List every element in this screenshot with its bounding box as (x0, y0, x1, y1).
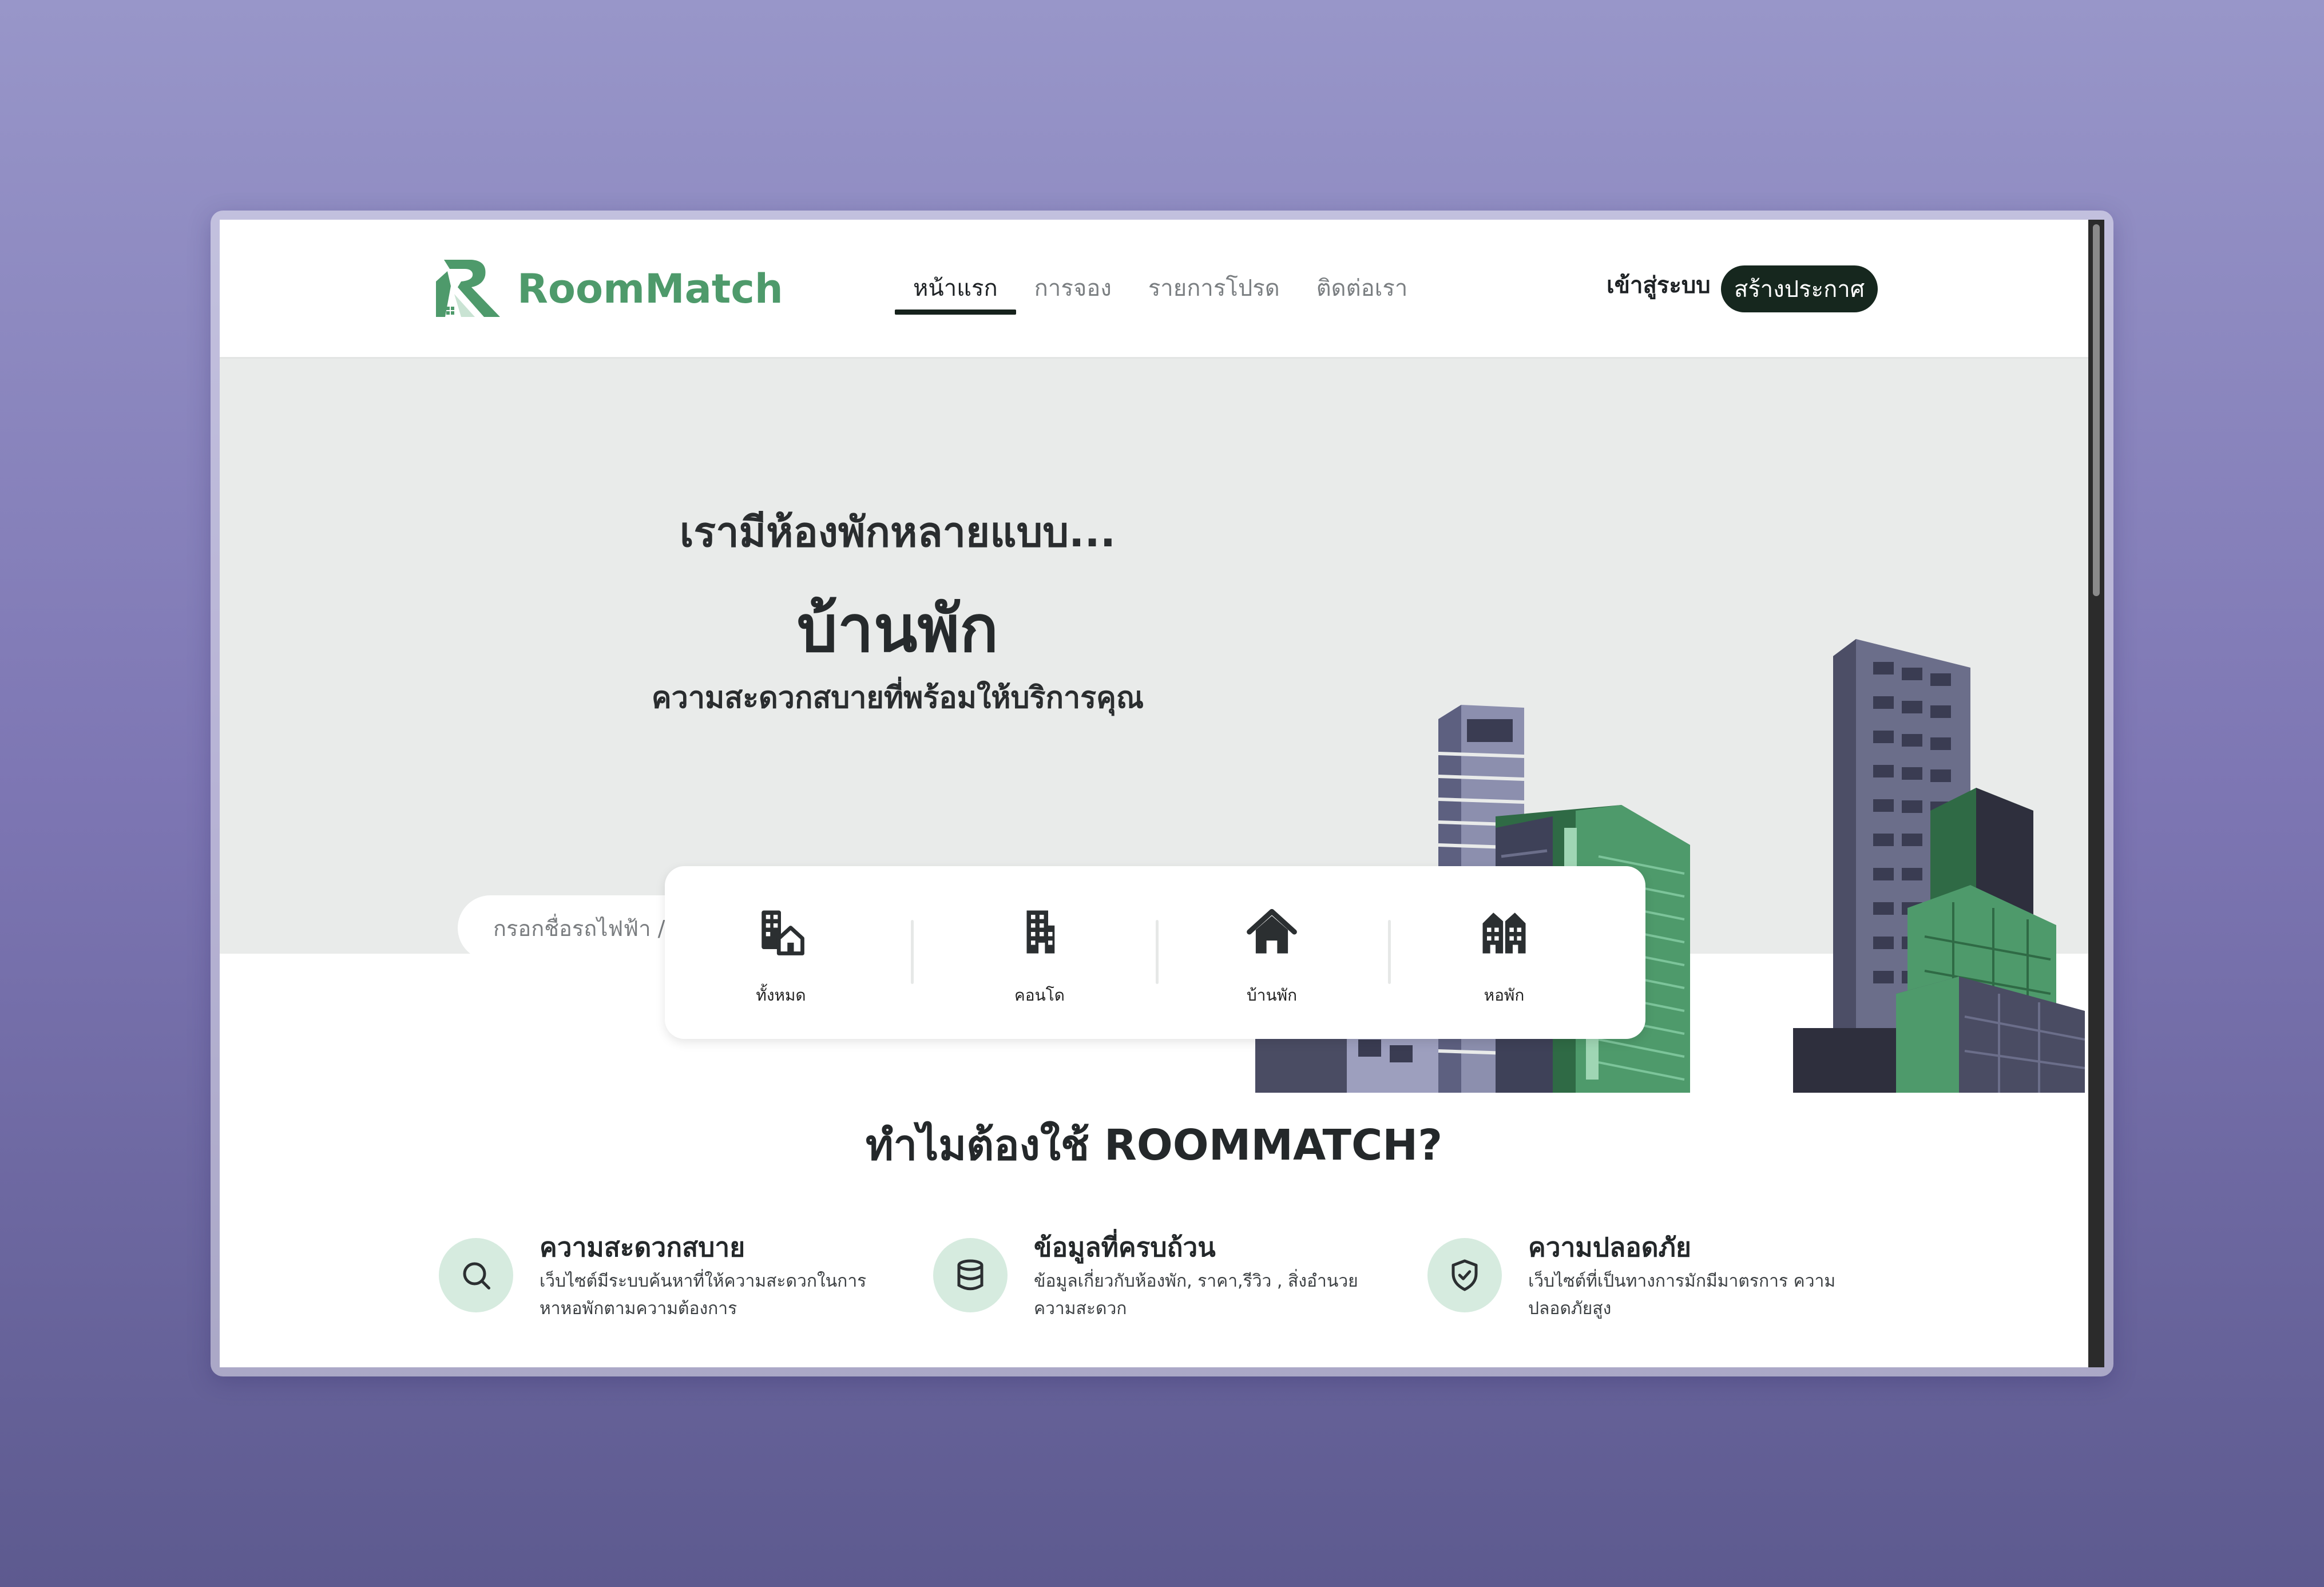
why-section-title: ทำไมต้องใช้ ROOMMATCH? (865, 1121, 1443, 1170)
feature-security: ความปลอดภัย เว็บไซต์ที่เป็นทางการมักมีมา… (1427, 1227, 1897, 1341)
house-icon (1247, 908, 1297, 954)
category-label: หอพัก (1484, 986, 1525, 1005)
create-listing-button[interactable]: สร้างประกาศ (1721, 265, 1878, 312)
hero-section: เรามีห้องพักหลายแบบ... บ้านพัก ความสะดวก… (220, 359, 2088, 1093)
nav-item-bookings[interactable]: การจอง (1016, 220, 1130, 357)
page: RoomMatch หน้าแรก การจอง รายการโปรด ติดต… (220, 220, 2088, 1367)
nav-item-contact[interactable]: ติดต่อเรา (1298, 220, 1426, 357)
category-label: คอนโด (1014, 986, 1065, 1005)
login-link[interactable]: เข้าสู่ระบบ (1607, 267, 1711, 303)
feature-title: ความสะดวกสบาย (540, 1232, 745, 1263)
category-dormitory[interactable]: หอพัก (1388, 866, 1620, 1039)
feature-title: ความปลอดภัย (1528, 1232, 1691, 1263)
divider (911, 920, 914, 984)
feature-complete-info: ข้อมูลที่ครบถ้วน ข้อมูลเกี่ยวกับห้องพัก,… (933, 1227, 1402, 1341)
dormitory-icon (1482, 912, 1526, 954)
feature-icon-circle (439, 1238, 513, 1312)
category-condo[interactable]: คอนโด (923, 866, 1156, 1039)
shield-check-icon (1451, 1259, 1478, 1291)
feature-description: เว็บไซต์มีระบบค้นหาที่ให้ความสะดวกในการห… (540, 1271, 867, 1319)
category-all[interactable]: ทั้งหมด (665, 866, 897, 1039)
header: RoomMatch หน้าแรก การจอง รายการโปรด ติดต… (220, 220, 2088, 359)
category-label: ทั้งหมด (756, 986, 806, 1005)
building-icon (1026, 910, 1055, 954)
vertical-scrollbar[interactable] (2088, 220, 2104, 1367)
scrollbar-thumb[interactable] (2093, 224, 2100, 596)
feature-icon-circle (933, 1238, 1008, 1312)
feature-convenience: ความสะดวกสบาย เว็บไซต์มีระบบค้นหาที่ให้ค… (439, 1227, 908, 1341)
hero-tagline: เรามีห้องพักหลายแบบ... (679, 508, 1116, 556)
category-card: ทั้งหมด คอนโด บ้านพัก หอพัก (665, 866, 1645, 1039)
feature-description: เว็บไซต์ที่เป็นทางการมักมีมาตรการ ความปล… (1528, 1271, 1836, 1319)
category-house[interactable]: บ้านพัก (1156, 866, 1388, 1039)
brand-name[interactable]: RoomMatch (517, 265, 783, 312)
feature-title: ข้อมูลที่ครบถ้วน (1034, 1232, 1216, 1263)
main-nav: หน้าแรก การจอง รายการโปรด ติดต่อเรา (895, 220, 1426, 357)
logo-icon[interactable] (431, 254, 511, 323)
database-icon (957, 1259, 983, 1291)
category-label: บ้านพัก (1246, 986, 1298, 1005)
nav-item-home[interactable]: หน้าแรก (895, 220, 1016, 357)
feature-icon-circle (1427, 1238, 1502, 1312)
buildings-home-icon (762, 910, 804, 955)
feature-description: ข้อมูลเกี่ยวกับห้องพัก, ราคา,รีวิว , สิ่… (1034, 1271, 1358, 1319)
search-icon (463, 1262, 490, 1290)
nav-item-favorites[interactable]: รายการโปรด (1130, 220, 1298, 357)
